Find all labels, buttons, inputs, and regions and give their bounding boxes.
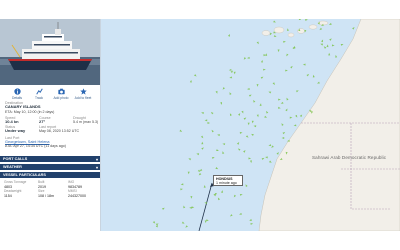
add-to-fleet-button[interactable]: Add to fleet [72,88,94,101]
voyage-details: Destination CANARY ISLANDS ETA: May 10, … [0,101,100,148]
bottom-strip [0,231,400,250]
last-port-ata: ATA: Apr 27, 14:34 UTC (11 days ago) [5,144,66,149]
map-canvas[interactable]: Sahrawi Arab Democratic Republic [101,19,400,231]
imo-label: IMO [68,180,75,184]
particulars-grid: Gross Tonnage Built IMO 4803 2019 983478… [0,179,100,200]
vessel-tooltip[interactable]: HONDIUS 1 minute ago [213,175,243,186]
status-value: Under way [5,128,26,133]
port-calls-title: PORT CALLS [3,156,28,161]
deadweight-value: 1154 [4,194,12,199]
mmsi-label: MMSI [68,188,77,193]
built-label: Built [38,180,45,184]
deadweight-label: Deadweight [4,188,22,193]
last-report-value: May 08, 2020 13:52 UTC [39,129,80,133]
star-icon [79,88,87,95]
track-button[interactable]: Track [28,88,50,101]
chevron-down-icon: ▾ [95,156,98,162]
add-photo-label: Add photo [53,96,69,100]
draught-value: 5.4 m (max 5.3) [73,120,99,125]
details-label: Details [11,96,23,100]
size-label: Size [38,188,45,193]
tooltip-time: 1 minute ago [216,181,237,185]
vessel-actions: Details Track Add photo Add to fleet [0,85,100,101]
size-value: 108 / 18m [38,194,54,199]
info-icon [13,88,21,95]
gross-tonnage-label: Gross Tonnage [4,180,27,184]
details-button[interactable]: Details [6,88,28,101]
mmsi-value: 244327000 [68,194,86,199]
track-label: Track [34,96,44,100]
region-label: Sahrawi Arab Democratic Republic [312,155,387,160]
add-to-fleet-label: Add to fleet [74,96,92,100]
weather-title: WEATHER [3,164,22,169]
particulars-section[interactable]: VESSEL PARTICULARS [0,172,100,178]
track-icon [35,88,43,95]
weather-section[interactable]: WEATHER ▾ [0,164,100,170]
vessel-panel: Details Track Add photo Add to fleet Des… [0,19,101,231]
camera-icon [57,88,65,95]
add-photo-button[interactable]: Add photo [50,88,72,101]
port-calls-section[interactable]: PORT CALLS ▾ [0,156,100,162]
particulars-title: VESSEL PARTICULARS [3,172,46,177]
vessel-photo [0,19,100,85]
chevron-down-icon: ▾ [95,164,98,170]
